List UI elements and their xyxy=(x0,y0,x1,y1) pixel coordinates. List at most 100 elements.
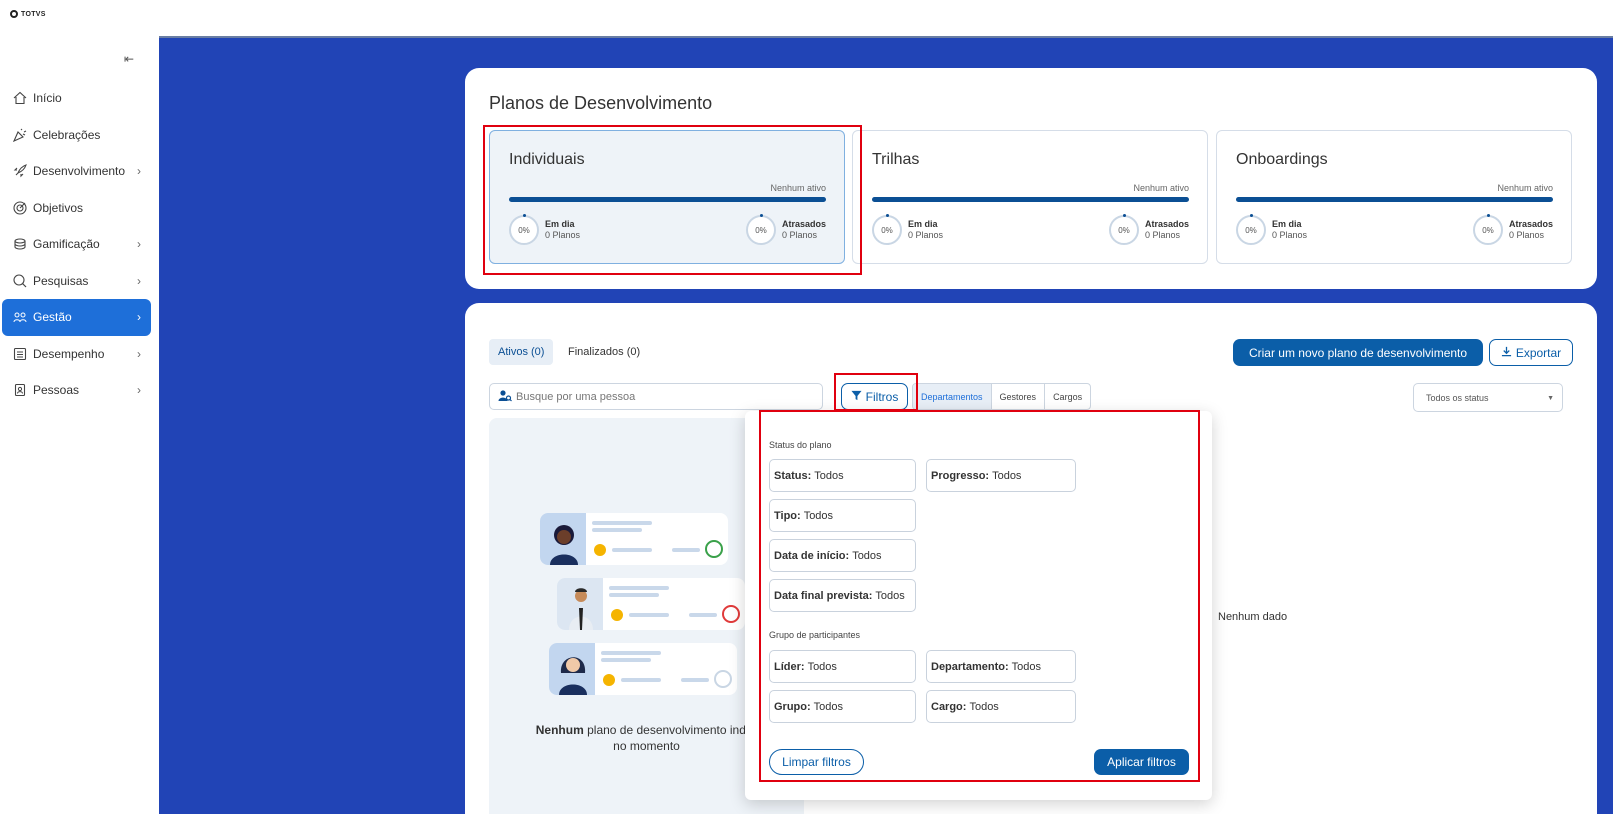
status-dot xyxy=(611,609,623,621)
sidebar-item-label: Objetivos xyxy=(33,200,84,215)
totvs-logo: TOTVS xyxy=(10,10,46,18)
stat-sub: 0 Planos xyxy=(908,230,944,240)
stat-label: Atrasados xyxy=(781,219,826,229)
coins-icon xyxy=(12,236,28,252)
chip-label: Data final prevista: xyxy=(774,589,873,602)
collapse-left-icon[interactable]: ⇤ xyxy=(124,52,134,66)
filter-chip-progresso[interactable]: Progresso: Todos xyxy=(926,459,1076,492)
stat-card-title: Onboardings xyxy=(1236,151,1328,168)
stat-atrasados: 0% Atrasados 0 Planos xyxy=(1472,214,1553,245)
filter-chip-data-inicio[interactable]: Data de início: Todos xyxy=(769,539,916,572)
empty-state-bold: Nenhum xyxy=(535,723,584,737)
placeholder-line xyxy=(621,678,661,682)
rocket-icon xyxy=(12,163,28,179)
sidebar-item-desempenho[interactable]: Desempenho › xyxy=(2,336,151,373)
illustration-card xyxy=(549,643,737,695)
filter-chip-lider[interactable]: Líder: Todos xyxy=(769,650,916,683)
chevron-right-icon: › xyxy=(137,383,141,398)
avatar xyxy=(540,513,586,565)
stat-card-title: Individuais xyxy=(509,151,585,168)
sidebar-item-gamificacao[interactable]: Gamificação › xyxy=(2,226,151,263)
sidebar-item-desenvolvimento[interactable]: Desenvolvimento › xyxy=(2,153,151,190)
checklist-icon xyxy=(12,346,28,362)
stat-em-dia: 0% Em dia 0 Planos xyxy=(509,214,580,245)
placeholder-line xyxy=(592,521,652,525)
sidebar-item-label: Desempenho xyxy=(33,346,105,361)
segment-cargos[interactable]: Cargos xyxy=(1045,384,1090,409)
export-label: Exportar xyxy=(1515,345,1562,360)
placeholder-line xyxy=(609,593,659,597)
chip-value: Todos xyxy=(803,509,834,522)
stat-label: Em dia xyxy=(1272,219,1302,229)
placeholder-line xyxy=(601,651,661,655)
stat-card-onboardings[interactable]: Onboardings Nenhum ativo 0% Em dia 0 Plan… xyxy=(1216,130,1572,264)
stat-em-dia: 0% Em dia 0 Planos xyxy=(872,214,944,245)
chip-label: Progresso: xyxy=(931,469,990,482)
chip-value: Todos xyxy=(1011,660,1041,673)
segment-departamentos[interactable]: Departamentos xyxy=(913,384,992,409)
apply-filters-button[interactable]: Aplicar filtros xyxy=(1094,749,1189,775)
stat-label: Atrasados xyxy=(1144,219,1189,229)
chevron-right-icon: › xyxy=(137,237,141,252)
stat-label: Atrasados xyxy=(1508,219,1553,229)
status-dot xyxy=(603,674,615,686)
filter-chip-data-final[interactable]: Data final prevista: Todos xyxy=(769,579,916,612)
create-plan-button[interactable]: Criar um novo plano de desenvolvimento xyxy=(1233,339,1483,366)
logo-text: TOTVS xyxy=(21,10,46,18)
tab-ativos[interactable]: Ativos (0) xyxy=(489,339,554,365)
logo-ring-icon xyxy=(10,10,18,18)
chip-label: Líder: xyxy=(774,660,805,673)
sidebar-nav: Início Celebrações Desenvolvimento › Obj… xyxy=(2,80,151,409)
filter-chip-grupo[interactable]: Grupo: Todos xyxy=(769,690,916,723)
status-select[interactable]: Todos os status ▼ xyxy=(1413,383,1563,412)
sidebar-item-gestao[interactable]: Gestão › xyxy=(2,299,151,336)
export-button[interactable]: Exportar xyxy=(1489,339,1573,366)
stat-card-note: Nenhum ativo xyxy=(1133,183,1189,193)
filter-chip-tipo[interactable]: Tipo: Todos xyxy=(769,499,916,532)
chip-value: Todos xyxy=(969,700,999,713)
sidebar-item-label: Pesquisas xyxy=(33,273,89,288)
filter-chip-status[interactable]: Status: Todos xyxy=(769,459,916,492)
sidebar-item-inicio[interactable]: Início xyxy=(2,80,151,117)
progress-bar xyxy=(509,197,826,202)
sidebar-item-pesquisas[interactable]: Pesquisas › xyxy=(2,263,151,300)
filter-chip-cargo[interactable]: Cargo: Todos xyxy=(926,690,1076,723)
progress-bar xyxy=(872,197,1189,202)
progress-ring: 0% xyxy=(745,214,776,245)
placeholder-line xyxy=(601,658,651,662)
clear-filters-button[interactable]: Limpar filtros xyxy=(769,749,864,775)
progress-ring-icon xyxy=(714,670,732,688)
home-icon xyxy=(12,90,28,106)
placeholder-line xyxy=(612,548,652,552)
filter-chip-departamento[interactable]: Departamento: Todos xyxy=(926,650,1076,683)
sidebar-item-celebracoes[interactable]: Celebrações xyxy=(2,117,151,154)
download-icon xyxy=(1501,346,1512,360)
placeholder-line xyxy=(609,586,669,590)
empty-state-rest: plano de desenvolvimento indivi xyxy=(587,723,758,737)
stat-card-individuais[interactable]: Individuais Nenhum ativo 0% Em dia 0 Plan… xyxy=(489,130,845,264)
stat-sub: 0 Planos xyxy=(781,230,818,240)
filter-icon xyxy=(851,390,862,404)
tab-finalizados[interactable]: Finalizados (0) xyxy=(559,339,649,365)
stat-card-trilhas[interactable]: Trilhas Nenhum ativo 0% Em dia 0 Planos 0… xyxy=(852,130,1208,264)
filters-button[interactable]: Filtros xyxy=(841,383,908,410)
chip-label: Tipo: xyxy=(774,509,801,522)
stat-card-note: Nenhum ativo xyxy=(1497,183,1553,193)
team-icon xyxy=(12,309,28,325)
sidebar-item-pessoas[interactable]: Pessoas › xyxy=(2,372,151,409)
search-input[interactable]: Busque por uma pessoa xyxy=(489,383,823,410)
party-icon xyxy=(12,127,28,143)
person-search-icon xyxy=(498,389,512,405)
stat-sub: 0 Planos xyxy=(1272,230,1308,240)
search-placeholder: Busque por uma pessoa xyxy=(516,390,636,403)
sidebar-item-objetivos[interactable]: Objetivos xyxy=(2,190,151,227)
chevron-right-icon: › xyxy=(137,273,141,288)
illustration-card xyxy=(540,513,728,565)
target-icon xyxy=(12,200,28,216)
stat-card-note: Nenhum ativo xyxy=(770,183,826,193)
search-survey-icon xyxy=(12,273,28,289)
illustration-card xyxy=(557,578,745,630)
group-by-segmented-control: Departamentos Gestores Cargos xyxy=(912,383,1092,410)
placeholder-line xyxy=(592,528,642,532)
segment-gestores[interactable]: Gestores xyxy=(992,384,1046,409)
